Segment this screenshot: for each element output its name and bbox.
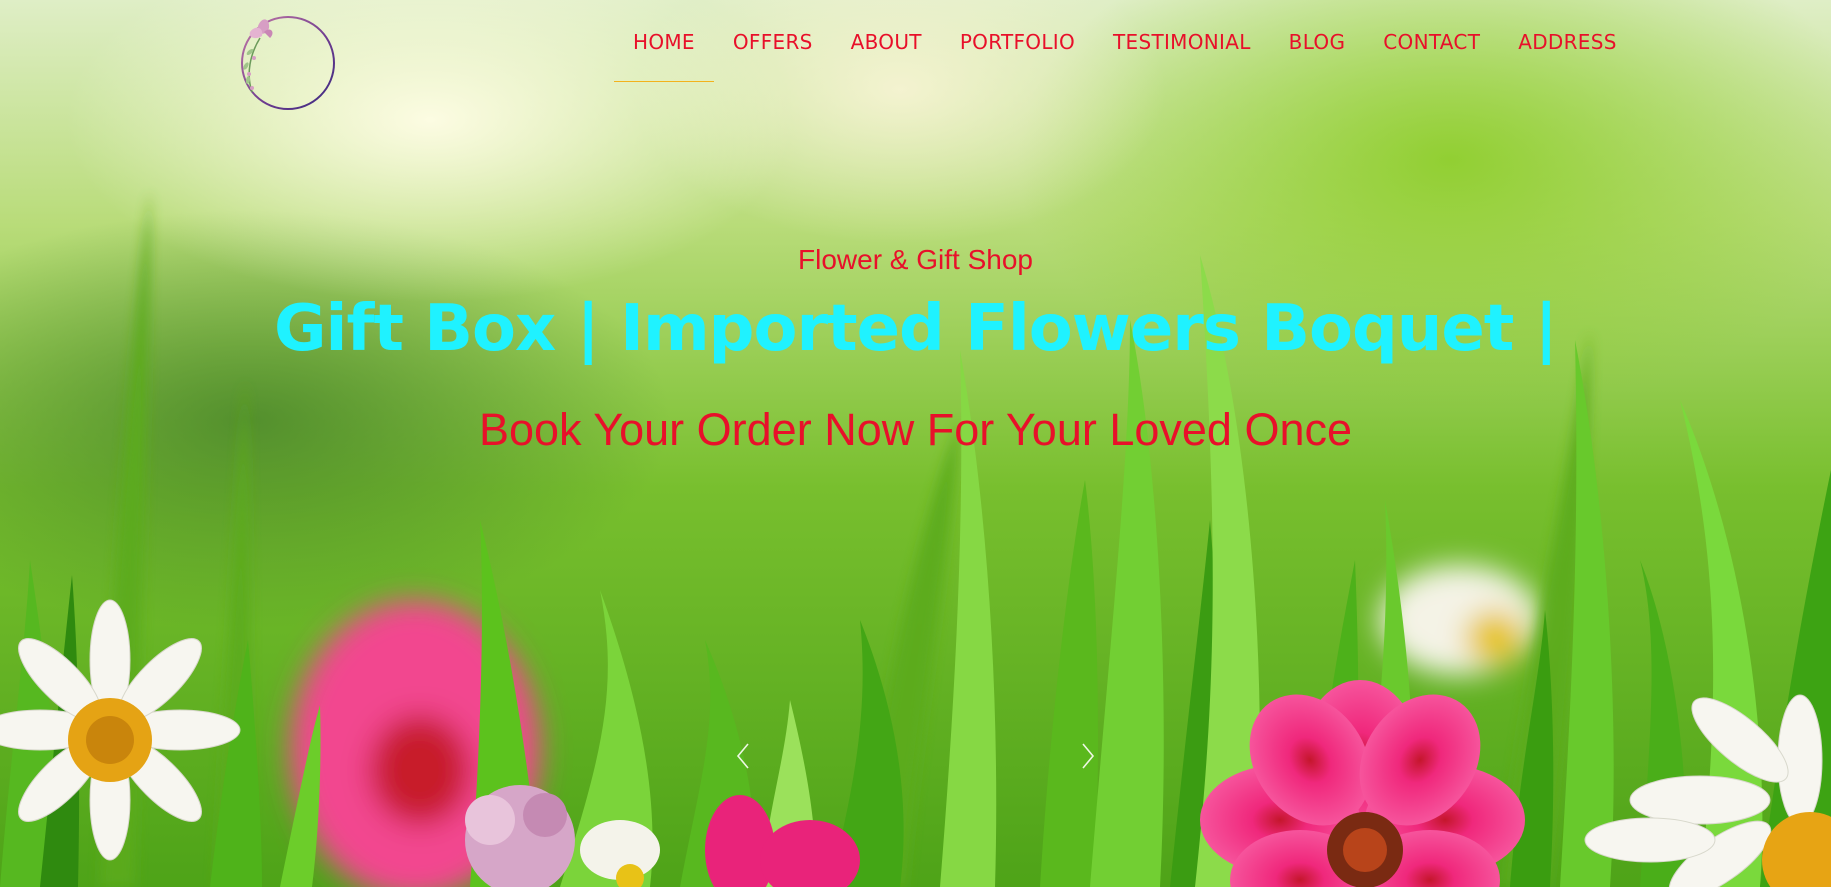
chevron-right-icon[interactable] <box>1073 738 1103 774</box>
hero-headline: Gift Box | Imported Flowers Boquet | <box>274 292 1558 366</box>
hero-subtitle: Flower & Gift Shop <box>798 244 1033 275</box>
floral-wreath-logo-icon[interactable] <box>236 14 338 112</box>
hero-slider: HOME OFFERS ABOUT PORTFOLIO TESTIMONIAL … <box>0 0 1831 887</box>
chevron-left-icon[interactable] <box>728 738 758 774</box>
nav-item-testimonial[interactable]: TESTIMONIAL <box>1094 24 1270 76</box>
hero-tagline: Book Your Order Now For Your Loved Once <box>478 404 1353 455</box>
nav-item-contact[interactable]: CONTACT <box>1364 24 1499 76</box>
main-menu: HOME OFFERS ABOUT PORTFOLIO TESTIMONIAL … <box>614 24 1831 82</box>
top-navigation: HOME OFFERS ABOUT PORTFOLIO TESTIMONIAL … <box>0 0 1831 110</box>
nav-item-address[interactable]: ADDRESS <box>1499 24 1636 76</box>
nav-item-blog[interactable]: BLOG <box>1270 24 1365 76</box>
nav-item-portfolio[interactable]: PORTFOLIO <box>941 24 1094 76</box>
nav-item-about[interactable]: ABOUT <box>832 24 941 76</box>
nav-item-home[interactable]: HOME <box>614 24 714 82</box>
nav-item-offers[interactable]: OFFERS <box>714 24 832 76</box>
